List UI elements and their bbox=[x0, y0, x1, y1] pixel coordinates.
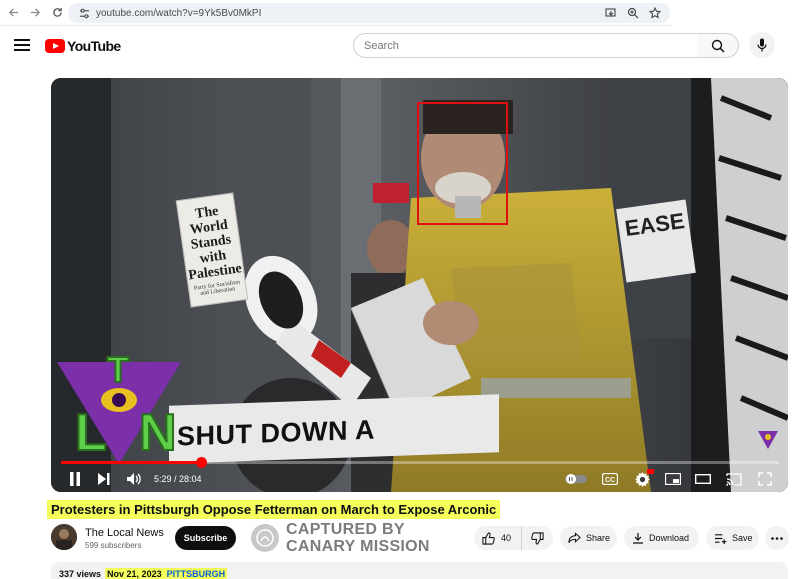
theater-mode-button[interactable] bbox=[694, 471, 712, 487]
search-box[interactable] bbox=[353, 33, 698, 58]
autoplay-toggle[interactable] bbox=[565, 473, 587, 485]
install-app-icon[interactable] bbox=[604, 6, 618, 20]
url-text[interactable]: youtube.com/watch?v=9Yk5Bv0MkPI bbox=[96, 8, 261, 19]
subscriber-count: 599 subscribers bbox=[85, 541, 142, 550]
search-button[interactable] bbox=[697, 33, 739, 58]
like-button[interactable]: 40 bbox=[474, 526, 522, 550]
background-banner: EASE bbox=[616, 199, 696, 283]
like-count: 40 bbox=[501, 533, 512, 543]
settings-button[interactable] bbox=[633, 469, 654, 488]
subscribe-button[interactable]: Subscribe bbox=[175, 526, 236, 550]
youtube-logo[interactable]: YouTube bbox=[45, 38, 121, 54]
youtube-play-logo-icon bbox=[45, 39, 65, 53]
next-icon bbox=[98, 473, 110, 485]
upload-date-highlight: Nov 21, 2023 PITTSBURGH bbox=[105, 568, 228, 579]
forward-arrow-icon[interactable] bbox=[24, 2, 46, 24]
channel-name[interactable]: The Local News bbox=[85, 527, 164, 539]
download-button[interactable]: Download bbox=[624, 526, 699, 550]
captions-button[interactable]: CC bbox=[601, 471, 619, 487]
time-display: 5:29 / 28:04 bbox=[154, 474, 202, 484]
share-icon bbox=[568, 532, 581, 543]
browser-toolbar: youtube.com/watch?v=9Yk5Bv0MkPI bbox=[0, 0, 672, 26]
mute-button[interactable] bbox=[125, 470, 143, 488]
cast-button[interactable] bbox=[725, 471, 743, 487]
zoom-icon[interactable] bbox=[626, 6, 640, 20]
youtube-masthead: YouTube bbox=[0, 27, 800, 67]
upload-date: Nov 21, 2023 bbox=[107, 569, 162, 579]
video-title: Protesters in Pittsburgh Oppose Fetterma… bbox=[51, 502, 497, 517]
svg-text:N: N bbox=[139, 404, 177, 462]
svg-text:T: T bbox=[107, 349, 129, 390]
next-button[interactable] bbox=[95, 470, 113, 488]
more-horizontal-icon bbox=[771, 536, 783, 540]
hashtag-link[interactable]: PITTSBURGH bbox=[167, 569, 226, 579]
fullscreen-button[interactable] bbox=[756, 471, 774, 487]
menu-icon[interactable] bbox=[14, 39, 30, 51]
share-label: Share bbox=[586, 533, 611, 543]
ltn-corner-watermark-icon bbox=[758, 431, 778, 449]
logo-text: YouTube bbox=[67, 38, 121, 54]
back-arrow-icon[interactable] bbox=[2, 2, 24, 24]
cast-icon bbox=[726, 472, 742, 486]
voice-search-button[interactable] bbox=[749, 32, 775, 58]
address-bar[interactable]: youtube.com/watch?v=9Yk5Bv0MkPI bbox=[68, 3, 670, 23]
volume-icon bbox=[127, 473, 141, 485]
captions-icon: CC bbox=[602, 473, 618, 485]
dislike-button[interactable] bbox=[522, 531, 553, 545]
ltn-overlay-logo: L T N bbox=[57, 348, 181, 464]
view-count: 337 views bbox=[59, 569, 102, 579]
playlist-add-icon bbox=[715, 533, 727, 544]
video-player[interactable]: The World Stands with Palestine Party fo… bbox=[51, 78, 788, 492]
theater-mode-icon bbox=[695, 474, 711, 484]
pause-button[interactable] bbox=[66, 470, 84, 488]
search-input[interactable] bbox=[364, 39, 684, 52]
pause-icon bbox=[70, 472, 80, 486]
thumbs-down-icon bbox=[531, 531, 544, 545]
share-button[interactable]: Share bbox=[560, 526, 617, 550]
fullscreen-icon bbox=[758, 472, 772, 486]
watermark-line-1: CAPTURED BY bbox=[286, 521, 405, 538]
save-label: Save bbox=[732, 533, 753, 543]
microphone-icon bbox=[757, 38, 767, 52]
search-icon bbox=[711, 39, 725, 53]
more-actions-button[interactable] bbox=[765, 526, 789, 550]
bookmark-star-icon[interactable] bbox=[648, 6, 662, 20]
banner-text: SHUT DOWN A bbox=[177, 414, 375, 452]
description-meta: 337 views Nov 21, 2023 PITTSBURGH bbox=[59, 568, 228, 579]
autoplay-toggle-icon bbox=[565, 474, 587, 484]
protest-banner: SHUT DOWN A bbox=[169, 394, 499, 464]
site-settings-icon[interactable] bbox=[78, 7, 90, 19]
progress-fill bbox=[61, 461, 201, 464]
like-dislike-group: 40 bbox=[474, 526, 553, 550]
miniplayer-button[interactable] bbox=[664, 471, 682, 487]
face-highlight-box bbox=[417, 102, 508, 225]
miniplayer-icon bbox=[665, 473, 681, 485]
background-banner-text: EASE bbox=[623, 207, 687, 242]
download-icon bbox=[633, 533, 643, 544]
canary-mission-watermark: CAPTURED BY CANARY MISSION bbox=[286, 521, 430, 555]
progress-bar[interactable] bbox=[61, 457, 779, 468]
title-highlight: Protesters in Pittsburgh Oppose Fetterma… bbox=[47, 500, 501, 519]
svg-text:L: L bbox=[75, 404, 107, 462]
save-button[interactable]: Save bbox=[706, 526, 759, 550]
thumbs-up-icon bbox=[482, 531, 495, 545]
hd-badge-icon bbox=[647, 469, 654, 474]
download-label: Download bbox=[649, 533, 690, 543]
reload-icon[interactable] bbox=[46, 2, 68, 24]
channel-avatar[interactable] bbox=[51, 524, 77, 550]
svg-text:CC: CC bbox=[605, 477, 615, 484]
watermark-line-2: CANARY MISSION bbox=[286, 538, 430, 555]
canary-mission-logo-icon bbox=[251, 524, 279, 552]
